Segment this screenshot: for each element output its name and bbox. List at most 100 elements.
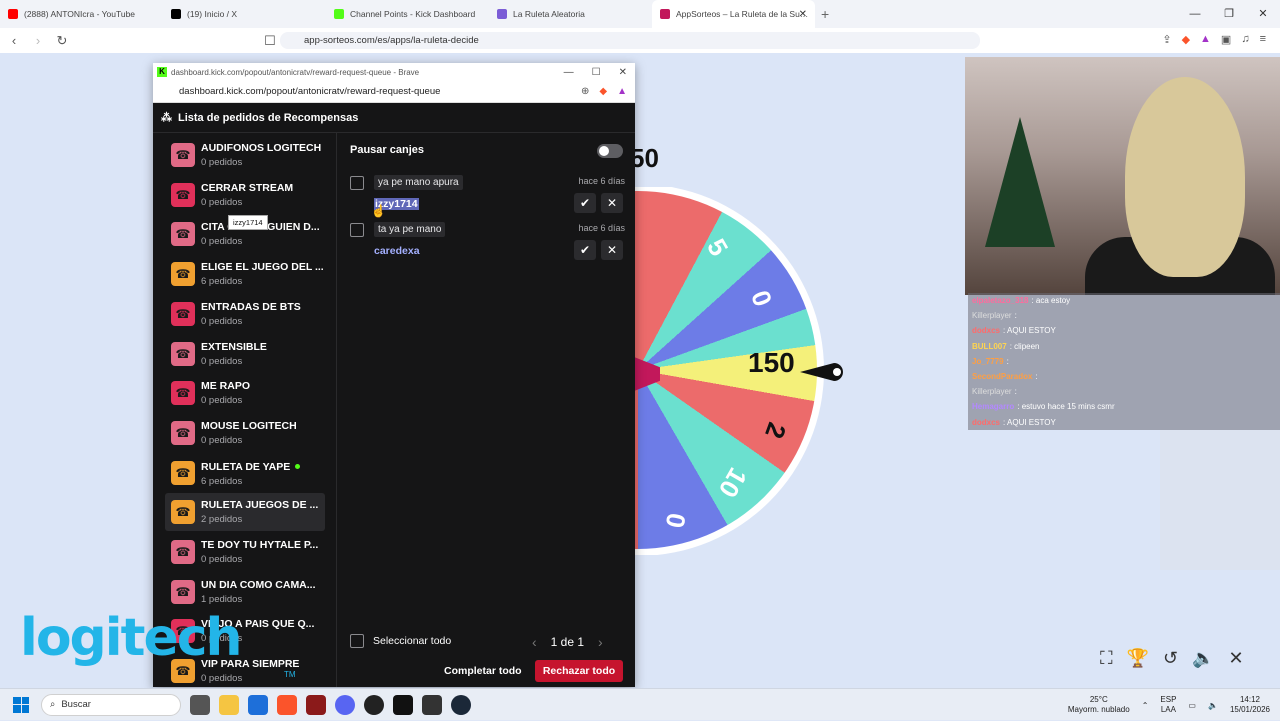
lang-primary: ESP (1160, 695, 1177, 704)
app-icon-2[interactable] (422, 694, 442, 715)
reward-item[interactable]: ☎ RULETA JUEGOS DE ... 2 pedidos (165, 493, 325, 532)
minimize-icon[interactable]: — (1178, 0, 1212, 28)
weather-widget[interactable]: 25°C Mayorm. nublado (1068, 695, 1130, 715)
app-icon[interactable] (306, 694, 326, 715)
close-icon[interactable]: ✕ (1229, 648, 1244, 669)
browser-tab-3[interactable]: La Ruleta Aleatoria (489, 0, 652, 28)
reward-item[interactable]: ☎ MOUSE LOGITECH 0 pedidos (165, 414, 325, 452)
reward-item[interactable]: ☎ ME RAPO 0 pedidos (165, 374, 325, 412)
reward-icon: ☎ (171, 381, 195, 406)
reward-item[interactable]: ☎ EXTENSIBLE 0 pedidos (165, 335, 325, 373)
reward-count: 0 pedidos (201, 554, 243, 565)
reject-button[interactable]: ✕ (601, 240, 623, 260)
brave-shield-icon[interactable]: ◆ (599, 86, 607, 97)
reward-item[interactable]: ☎ ELIGE EL JUEGO DEL ... 6 pedidos (165, 255, 325, 293)
request-user[interactable]: caredexa (374, 245, 420, 257)
reward-count: 1 pedidos (201, 593, 243, 605)
lang-secondary: LAA (1160, 705, 1176, 714)
chevron-up-icon[interactable]: ⌃ (1142, 701, 1149, 710)
popup-url-bar[interactable]: dashboard.kick.com/popout/antonicratv/re… (153, 81, 635, 103)
steam-icon[interactable] (451, 694, 471, 715)
reload-icon[interactable]: ↻ (52, 33, 72, 49)
webcam-feed (965, 57, 1280, 295)
volume-icon[interactable]: 🔈 (1192, 648, 1214, 669)
close-icon[interactable]: ✕ (619, 67, 627, 78)
chat-text: : (1014, 311, 1017, 321)
capcut-icon[interactable] (393, 694, 413, 715)
tab-title: Channel Points - Kick Dashboard (350, 9, 476, 19)
menu-icon[interactable]: ≡ (1260, 33, 1266, 46)
network-icon[interactable]: ▭ (1188, 701, 1196, 710)
next-page-icon[interactable]: › (598, 634, 603, 650)
complete-all-button[interactable]: Completar todo (438, 660, 528, 682)
minimize-icon[interactable]: — (564, 67, 574, 78)
prev-page-icon[interactable]: ‹ (532, 634, 537, 650)
share-icon[interactable]: ⇪ (1162, 33, 1171, 46)
pause-toggle[interactable] (597, 144, 623, 158)
language-indicator[interactable]: ESP LAA (1160, 695, 1176, 715)
chat-user: SecondParadox (972, 372, 1033, 382)
browser-tab-0[interactable]: (2888) ANTONIcra - YouTube (0, 0, 163, 28)
undo-icon[interactable]: ↺ (1163, 648, 1178, 669)
request-checkbox[interactable] (350, 176, 364, 190)
brave-shield-icon[interactable]: ◆ (1182, 33, 1190, 46)
fullscreen-icon[interactable]: ⛶ (1100, 648, 1113, 669)
obs-icon[interactable] (364, 694, 384, 715)
reject-all-button[interactable]: Rechazar todo (535, 660, 623, 682)
rewards-icon[interactable]: ▲ (617, 86, 627, 97)
new-tab-button[interactable]: + (821, 6, 829, 22)
rewards-icon[interactable]: ▲ (1200, 33, 1211, 46)
reward-item[interactable]: ☎ ENTRADAS DE BTS 0 pedidos (165, 295, 325, 333)
taskbar-search[interactable]: ⌕ Buscar (41, 693, 181, 716)
close-icon[interactable]: ✕ (1246, 0, 1280, 28)
search-icon: ⌕ (50, 699, 56, 710)
maximize-icon[interactable]: ☐ (592, 67, 601, 78)
music-icon[interactable]: ♫ (1241, 33, 1249, 46)
browser-tab-4[interactable]: AppSorteos – La Ruleta de la Su… ✕ (652, 0, 815, 28)
url-text: app-sorteos.com/es/apps/la-ruleta-decide (304, 35, 479, 46)
select-all-checkbox[interactable] (350, 634, 364, 648)
sidebar-icon[interactable]: ▣ (1221, 33, 1231, 46)
reward-icon: ☎ (171, 341, 195, 366)
request-checkbox[interactable] (350, 223, 364, 237)
brave-icon[interactable] (277, 694, 297, 715)
reward-item[interactable]: ☎ TE DOY TU HYTALE P... 0 pedidos (165, 533, 325, 571)
reward-icon: ☎ (171, 262, 195, 287)
reward-icon: ☎ (171, 579, 195, 604)
approve-button[interactable]: ✔ (574, 193, 596, 213)
url-field[interactable]: app-sorteos.com/es/apps/la-ruleta-decide (280, 32, 980, 49)
discord-icon[interactable] (335, 694, 355, 715)
browser-toolbar-icons: ⇪ ◆ ▲ ▣ ♫ ≡ (1162, 33, 1266, 46)
page-indicator: 1 de 1 (550, 635, 585, 649)
volume-icon[interactable]: 🔈 (1208, 701, 1218, 710)
close-tab-icon[interactable]: ✕ (799, 9, 807, 20)
file-explorer-icon[interactable] (219, 694, 239, 715)
chat-line: Jo_7779: (968, 353, 1280, 369)
browser-tab-2[interactable]: Channel Points - Kick Dashboard (326, 0, 489, 28)
reward-item[interactable]: ☎ AUDIFONOS LOGITECH 0 pedidos (165, 136, 325, 174)
store-icon[interactable] (248, 694, 268, 715)
wheel-icon (497, 9, 507, 19)
windows-start-icon[interactable] (13, 696, 29, 713)
chat-user: Jo_7779 (972, 356, 1004, 366)
reward-item[interactable]: ☎ UN DIA COMO CAMA... 1 pedidos (165, 573, 325, 611)
reward-count: 0 pedidos (201, 395, 243, 407)
clock[interactable]: 14:12 15/01/2026 (1230, 695, 1270, 715)
zoom-icon[interactable]: ⊕ (581, 86, 589, 97)
reward-item[interactable]: ☎ RULETA DE YAPE 6 pedidos (165, 454, 325, 492)
reward-count: 0 pedidos (201, 434, 243, 446)
reward-name: RULETA DE YAPE (201, 460, 291, 473)
reject-button[interactable]: ✕ (601, 193, 623, 213)
browser-tab-1[interactable]: (19) Inicio / X (163, 0, 326, 28)
task-view-icon[interactable] (190, 694, 210, 715)
reward-item[interactable]: ☎ CERRAR STREAM 0 pedidos (165, 176, 325, 214)
forward-icon[interactable]: › (28, 33, 48, 48)
back-icon[interactable]: ‹ (4, 33, 24, 48)
bookmark-icon[interactable]: ☐ (260, 33, 280, 49)
trophy-icon[interactable]: 🏆 (1127, 648, 1149, 669)
approve-button[interactable]: ✔ (574, 240, 596, 260)
system-tray: 25°C Mayorm. nublado ⌃ ESP LAA ▭ 🔈 14:12 15… (1068, 689, 1280, 721)
maximize-icon[interactable]: ❐ (1212, 0, 1246, 28)
select-all[interactable]: Seleccionar todo (350, 634, 451, 648)
reward-icon: ☎ (171, 500, 195, 525)
